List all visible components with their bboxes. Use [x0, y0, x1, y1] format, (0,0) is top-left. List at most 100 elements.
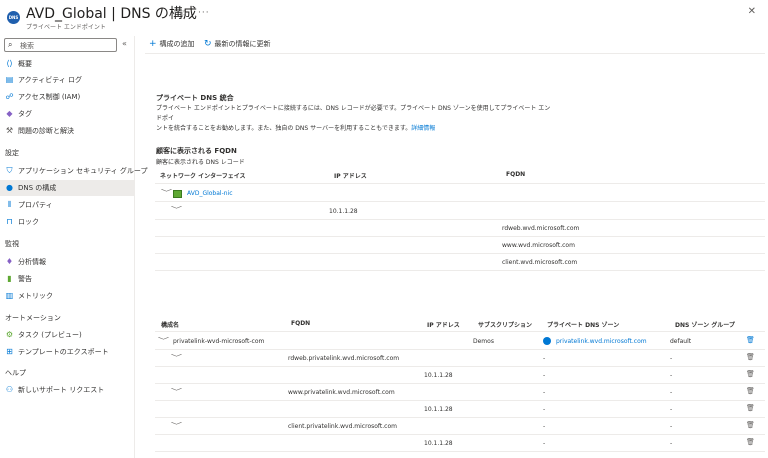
private-dns-title: プライベート DNS 統合 — [156, 94, 234, 102]
properties-icon: ⦀ — [7, 200, 12, 209]
fqdn-ip-value: 10.1.1.28 — [329, 208, 358, 215]
sidebar-item-label: メトリック — [18, 292, 53, 300]
sidebar-item-label: テンプレートのエクスポート — [18, 348, 109, 356]
fqdn-value: rdweb.wvd.microsoft.com — [502, 225, 580, 232]
private-dns-description: プライベート エンドポイントとプライベートに接続するには、DNS レコードが必要… — [156, 104, 551, 134]
subscription-value: Demos — [473, 338, 494, 345]
delete-icon[interactable]: 🗑 — [746, 404, 755, 412]
refresh-label: 最新の情報に更新 — [214, 40, 271, 48]
sidebar-item-tags[interactable]: ◆ タグ — [0, 106, 134, 122]
sidebar-item-tasks[interactable]: ⚙ タスク (プレビュー) — [0, 327, 134, 343]
divider — [155, 219, 765, 220]
learn-more-link[interactable]: 詳細情報 — [411, 125, 435, 132]
collapse-chevron-icon[interactable]: ﹀ — [171, 387, 182, 397]
delete-icon[interactable]: 🗑 — [746, 387, 755, 395]
sidebar-item-locks[interactable]: ⊓ ロック — [0, 214, 134, 230]
delete-icon[interactable]: 🗑 — [746, 421, 755, 429]
add-configuration-button[interactable]: + 構成の追加 — [149, 39, 195, 49]
more-options-icon[interactable]: ··· — [198, 8, 210, 18]
sidebar-item-diagnose[interactable]: ⚒ 問題の診断と解決 — [0, 123, 134, 139]
private-dns-zone-link[interactable]: privatelink.wvd.microsoft.com — [556, 338, 647, 345]
sidebar-item-overview[interactable]: ⟨⟩ 概要 — [0, 56, 134, 72]
record-fqdn-value: rdweb.privatelink.wvd.microsoft.com — [288, 355, 400, 362]
record-ip-value: 10.1.1.28 — [424, 372, 453, 379]
col-header-private-dns-zone: プライベート DNS ゾーン — [547, 322, 620, 329]
record-zone-dash: - — [543, 372, 546, 379]
sidebar-item-insights[interactable]: ♦ 分析情報 — [0, 254, 134, 270]
divider — [155, 417, 765, 418]
lock-icon: ⊓ — [6, 217, 13, 226]
delete-icon[interactable]: 🗑 — [746, 370, 755, 378]
search-input[interactable]: ⌕ 検索 — [4, 38, 117, 52]
col-header-config-name: 構成名 — [161, 322, 180, 329]
nic-icon — [173, 190, 182, 198]
refresh-button[interactable]: ↻ 最新の情報に更新 — [204, 39, 271, 49]
collapse-chevron-icon[interactable]: ﹀ — [158, 336, 169, 346]
section-help: ヘルプ — [5, 369, 26, 377]
iam-icon: ☍ — [5, 92, 14, 101]
record-ip-value: 10.1.1.28 — [424, 440, 453, 447]
nic-link[interactable]: AVD_Global-nic — [187, 190, 233, 197]
collapse-chevron-icon[interactable]: ﹀ — [171, 353, 182, 363]
page-subtitle: プライベート エンドポイント — [26, 24, 106, 31]
search-placeholder: 検索 — [20, 42, 34, 50]
page-title: AVD_Global | DNS の構成 — [26, 6, 197, 22]
dns-zone-group-value: default — [670, 338, 692, 345]
sidebar-item-export-template[interactable]: ⊞ テンプレートのエクスポート — [0, 344, 134, 360]
col-header-ip: IP アドレス — [334, 173, 367, 180]
collapse-sidebar-icon[interactable]: « — [122, 39, 127, 48]
collapse-chevron-icon[interactable]: ﹀ — [171, 421, 182, 431]
sidebar-item-new-support-request[interactable]: ⚇ 新しいサポート リクエスト — [0, 382, 134, 398]
sidebar-item-properties[interactable]: ⦀ プロパティ — [0, 197, 134, 213]
record-zone-dash: - — [543, 423, 546, 430]
divider — [155, 383, 765, 384]
section-settings: 設定 — [5, 149, 19, 157]
record-group-dash: - — [670, 423, 673, 430]
plus-icon: + — [149, 39, 157, 49]
delete-icon[interactable]: 🗑 — [746, 336, 755, 344]
sidebar-item-asg[interactable]: ⛉ アプリケーション セキュリティ グループ — [0, 163, 148, 179]
sidebar-item-label: タグ — [18, 110, 32, 118]
divider — [155, 201, 765, 202]
collapse-chevron-icon[interactable]: ﹀ — [161, 188, 172, 198]
delete-icon[interactable]: 🗑 — [746, 438, 755, 446]
sidebar-item-label: アクティビティ ログ — [18, 76, 83, 84]
metrics-icon: ▥ — [5, 291, 14, 300]
favorite-star-icon[interactable]: ☆ — [180, 9, 188, 19]
collapse-chevron-icon[interactable]: ﹀ — [171, 205, 182, 215]
section-monitoring: 監視 — [5, 240, 19, 248]
sidebar-item-activity-log[interactable]: ▤ アクティビティ ログ — [0, 72, 134, 88]
divider — [155, 183, 765, 184]
col-header-fqdn: FQDN — [506, 171, 526, 178]
tag-icon: ◆ — [6, 109, 13, 118]
sidebar-item-label: DNS の構成 — [18, 184, 57, 192]
sidebar-item-iam[interactable]: ☍ アクセス制御 (IAM) — [0, 89, 134, 105]
close-icon[interactable]: ✕ — [748, 6, 756, 17]
delete-icon[interactable]: 🗑 — [746, 353, 755, 361]
section-automation: オートメーション — [5, 314, 61, 322]
record-zone-dash: - — [543, 389, 546, 396]
record-group-dash: - — [670, 355, 673, 362]
record-ip-value: 10.1.1.28 — [424, 406, 453, 413]
divider — [155, 331, 765, 332]
dns-zone-icon — [543, 337, 551, 345]
record-zone-dash: - — [543, 406, 546, 413]
record-group-dash: - — [670, 406, 673, 413]
sidebar-item-metrics[interactable]: ▥ メトリック — [0, 288, 134, 304]
sidebar-item-label: ロック — [18, 218, 39, 226]
fqdn-section-subtitle: 顧客に表示される DNS レコード — [156, 159, 245, 166]
sidebar-item-dns-config[interactable]: ● DNS の構成 — [0, 180, 134, 196]
col-header-dns-zone-group: DNS ゾーン グループ — [675, 322, 735, 329]
wrench-icon: ⚒ — [5, 126, 14, 135]
sidebar-item-label: タスク (プレビュー) — [18, 331, 82, 339]
sidebar-item-label: 問題の診断と解決 — [18, 127, 74, 135]
record-group-dash: - — [670, 372, 673, 379]
divider — [155, 236, 765, 237]
sidebar-item-alerts[interactable]: ▮ 警告 — [0, 271, 134, 287]
search-icon: ⌕ — [8, 40, 13, 49]
command-bar: + 構成の追加 ↻ 最新の情報に更新 — [145, 36, 765, 54]
insights-icon: ♦ — [5, 257, 14, 266]
divider — [155, 349, 765, 350]
divider — [155, 366, 765, 367]
shield-icon: ⛉ — [6, 166, 13, 175]
